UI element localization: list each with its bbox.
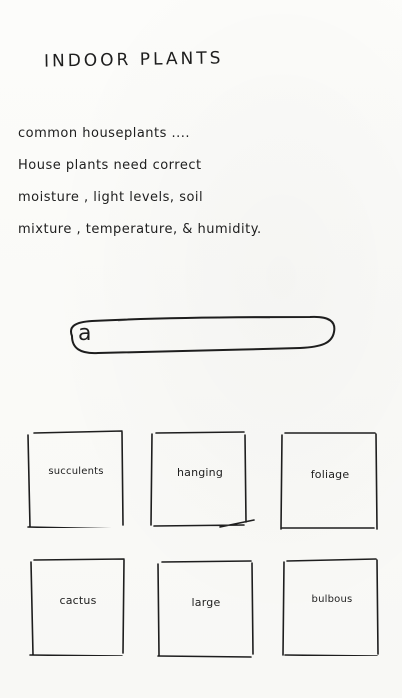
category-tile-bulbous[interactable]: bulbous: [282, 556, 382, 656]
category-tile-foliage[interactable]: foliage: [280, 430, 380, 530]
search-input[interactable]: [106, 324, 320, 350]
category-tile-large[interactable]: large: [156, 558, 256, 658]
category-label: cactus: [59, 594, 97, 607]
intro-line-1: common houseplants ....: [18, 126, 191, 141]
intro-text: common houseplants .... House plants nee…: [18, 118, 398, 246]
page-title: INDOOR PLANTS: [43, 48, 224, 72]
tile-sketch-border: [282, 558, 379, 656]
intro-line-4: mixture , temperature, & humidity.: [18, 222, 262, 237]
category-tile-succulents[interactable]: succulents: [26, 428, 126, 528]
category-label: hanging: [176, 466, 224, 479]
search-bar[interactable]: a: [60, 312, 340, 362]
tile-sketch-border: [27, 430, 124, 528]
category-tile-hanging[interactable]: hanging: [150, 428, 255, 528]
intro-line-2: House plants need correct: [18, 158, 202, 173]
category-label: foliage: [310, 468, 350, 481]
category-tile-cactus[interactable]: cactus: [28, 556, 128, 656]
search-icon[interactable]: a: [78, 322, 102, 346]
category-label: bulbous: [311, 594, 353, 605]
category-label: large: [191, 596, 221, 609]
category-label: succulents: [48, 466, 104, 477]
intro-line-3: moisture , light levels, soil: [18, 190, 204, 205]
